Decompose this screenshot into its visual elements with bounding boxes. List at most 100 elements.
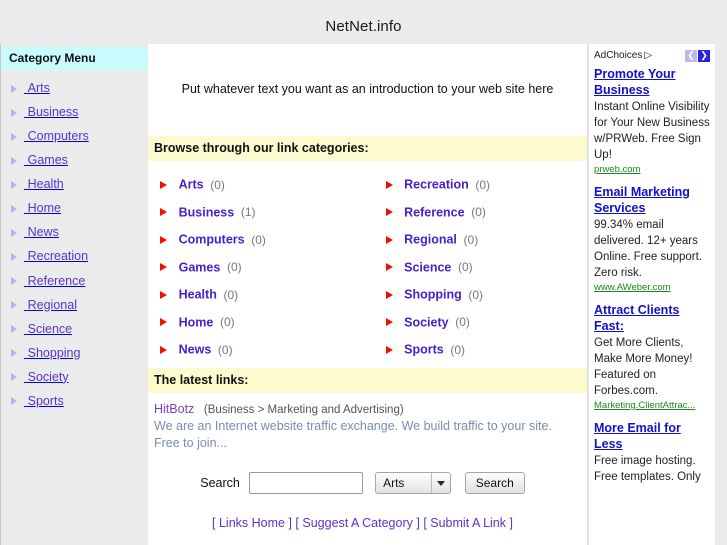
category-link-computers[interactable]: Computers [179, 233, 245, 247]
category-column-right: Recreation (0) Reference (0) Regional (0… [368, 171, 588, 364]
triangle-right-icon [160, 290, 167, 299]
triangle-right-icon [385, 345, 393, 354]
category-row[interactable]: Science (0) [385, 254, 588, 282]
sidebar-item-label: Science [27, 321, 73, 336]
sidebar-item-computers[interactable]: Computers [1, 124, 148, 148]
category-link-arts[interactable]: Arts [179, 178, 204, 192]
triangle-right-icon [11, 204, 17, 213]
category-row[interactable]: Shopping (0) [385, 281, 588, 309]
sidebar-item-society[interactable]: Society [1, 365, 148, 389]
sidebar-item-label: Shopping [27, 345, 81, 360]
ad-panel: AdChoices ▷ ❮ ❯ Promote Your Business In… [589, 44, 715, 545]
ad-item: More Email for Less Free image hosting. … [594, 420, 710, 485]
search-input[interactable] [249, 471, 364, 494]
sidebar-item-recreation[interactable]: Recreation [1, 244, 148, 268]
sidebar-item-shopping[interactable]: Shopping [1, 341, 148, 365]
category-row[interactable]: News (0) [160, 336, 368, 364]
category-row[interactable]: Society (0) [385, 309, 588, 337]
sidebar-item-label: Recreation [27, 249, 89, 264]
triangle-right-icon [160, 263, 167, 272]
sidebar-item-arts[interactable]: Arts [1, 76, 148, 100]
category-count: (0) [223, 287, 239, 302]
category-link-recreation[interactable]: Recreation [404, 178, 469, 192]
sidebar-item-sports[interactable]: Sports [1, 389, 148, 413]
sidebar-item-news[interactable]: News [1, 220, 148, 244]
sidebar-item-games[interactable]: Games [1, 148, 148, 172]
footer-link-suggest-a-category[interactable]: Suggest A Category [302, 516, 413, 530]
category-link-regional[interactable]: Regional [404, 233, 457, 247]
chevron-left-icon[interactable]: ❮ [685, 49, 697, 62]
category-row[interactable]: Health (0) [160, 281, 368, 309]
triangle-right-icon [11, 108, 17, 117]
category-row[interactable]: Business (1) [160, 199, 368, 227]
sidebar-item-reference[interactable]: Reference [1, 269, 148, 293]
ad-url[interactable]: Marketing.ClientAttrac... [594, 400, 710, 411]
category-count: (0) [463, 232, 479, 247]
category-row[interactable]: Arts (0) [160, 171, 368, 199]
category-row[interactable]: Sports (0) [385, 336, 588, 364]
category-link-society[interactable]: Society [404, 315, 448, 329]
adchoices-label: AdChoices [594, 50, 643, 61]
category-row[interactable]: Games (0) [160, 254, 368, 282]
ad-headline[interactable]: More Email for Less [594, 420, 710, 452]
ad-headline[interactable]: Promote Your Business [594, 66, 710, 98]
category-row[interactable]: Reference (0) [385, 199, 588, 227]
category-link-reference[interactable]: Reference [404, 205, 464, 219]
category-link-health[interactable]: Health [179, 288, 217, 302]
category-row[interactable]: Regional (0) [385, 226, 588, 254]
triangle-right-icon [11, 373, 17, 382]
category-link-shopping[interactable]: Shopping [404, 288, 462, 302]
sidebar-item-regional[interactable]: Regional [1, 293, 148, 317]
triangle-right-icon [160, 318, 167, 327]
ad-url[interactable]: prweb.com [594, 164, 710, 175]
adchoices-icon[interactable]: ▷ [644, 50, 652, 61]
ad-item: Attract Clients Fast: Get More Clients, … [594, 302, 710, 411]
page-root: NetNet.info Category Menu Arts Business … [0, 0, 727, 545]
bracket-close: ] [506, 515, 513, 530]
triangle-right-icon [160, 208, 167, 217]
latest-link-description: We are an Internet website traffic excha… [154, 418, 552, 450]
sidebar-item-label: Home [27, 201, 61, 216]
category-link-business[interactable]: Business [179, 205, 235, 219]
triangle-right-icon [385, 263, 393, 272]
category-link-sports[interactable]: Sports [404, 343, 444, 357]
category-column-left: Arts (0) Business (1) Computers (0) Game… [148, 171, 368, 364]
category-count: (0) [450, 342, 466, 357]
sidebar-item-label: Regional [27, 297, 77, 312]
category-count: (0) [251, 232, 266, 247]
category-row[interactable]: Recreation (0) [385, 171, 588, 199]
ad-description: Get More Clients, Make More Money! Featu… [594, 337, 693, 397]
category-count: (0) [458, 260, 473, 275]
triangle-right-icon [11, 397, 17, 406]
category-link-games[interactable]: Games [179, 260, 221, 274]
category-row[interactable]: Computers (0) [160, 226, 368, 254]
ad-description: 99.34% email delivered. 12+ years Online… [594, 219, 703, 279]
sidebar-item-label: Health [27, 177, 64, 192]
category-select[interactable]: Arts [375, 471, 452, 494]
chevron-right-icon[interactable]: ❯ [698, 49, 710, 62]
search-button[interactable]: Search [464, 471, 525, 494]
latest-links-list: HitBotz (Business > Marketing and Advert… [148, 393, 587, 532]
footer-link-links-home[interactable]: Links Home [219, 516, 285, 530]
triangle-right-icon [385, 318, 393, 327]
category-row[interactable]: Home (0) [160, 309, 368, 337]
footer-link-submit-a-link[interactable]: Submit A Link [430, 516, 506, 530]
triangle-right-icon [160, 235, 167, 244]
triangle-right-icon [385, 290, 393, 299]
sidebar-item-business[interactable]: Business [1, 100, 148, 124]
category-link-home[interactable]: Home [179, 315, 214, 329]
sidebar-item-home[interactable]: Home [1, 196, 148, 220]
triangle-right-icon [11, 253, 17, 261]
footer-links: [ Links Home ] [ Suggest A Category ] [ … [154, 516, 571, 530]
ad-url[interactable]: www.AWeber.com [594, 282, 710, 293]
ad-headline[interactable]: Email Marketing Services [594, 184, 710, 216]
sidebar-item-label: Sports [27, 393, 64, 408]
category-link-news[interactable]: News [179, 343, 212, 357]
sidebar-item-label: Arts [27, 81, 50, 96]
category-link-science[interactable]: Science [404, 260, 451, 274]
sidebar-item-health[interactable]: Health [1, 172, 148, 196]
latest-link-title[interactable]: HitBotz [154, 402, 194, 416]
sidebar-item-science[interactable]: Science [1, 317, 148, 341]
ad-headline[interactable]: Attract Clients Fast: [594, 302, 710, 334]
adchoices-row[interactable]: AdChoices ▷ ❮ ❯ [594, 48, 710, 63]
